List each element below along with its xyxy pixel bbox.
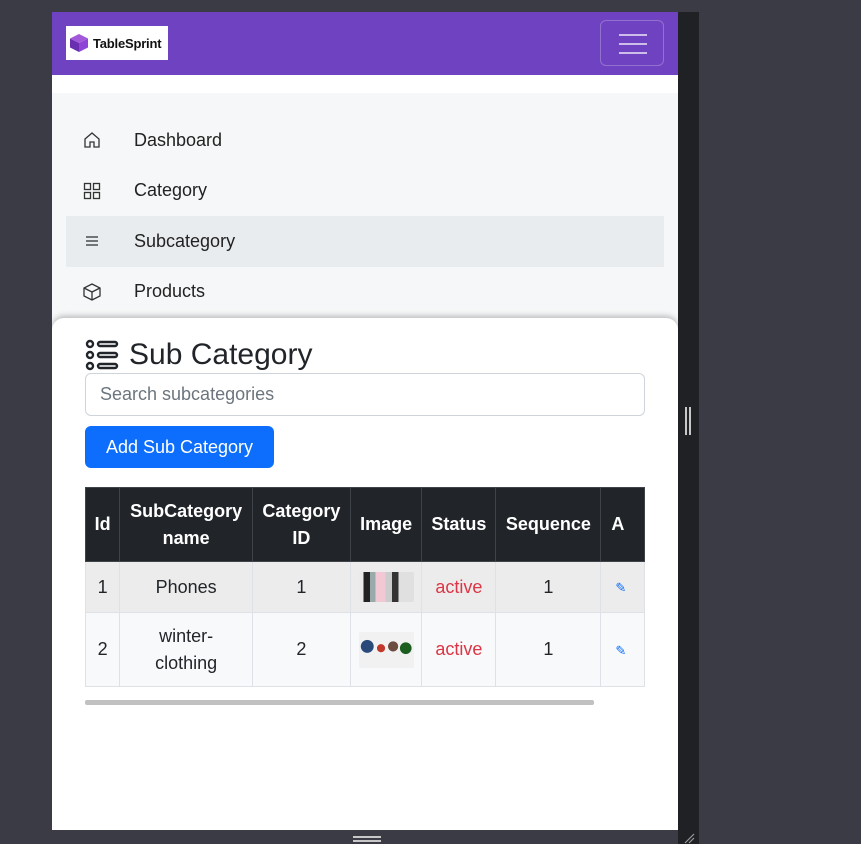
cell-category-id: 1 [251,561,351,613]
menu-toggle-button[interactable] [600,20,664,66]
navbar-spacer [52,75,678,93]
cell-name: Phones [119,561,253,613]
cube-logo-icon [70,34,88,52]
phones-thumbnail [358,572,414,602]
list-icon [82,231,102,251]
navbar: TableSprint [52,12,678,75]
vertical-resize-handle[interactable] [685,407,693,435]
cell-image [349,612,423,687]
table-row: 2 winter-clothing 2 active 1 ✎ [85,612,645,687]
column-header-status[interactable]: Status [421,487,497,562]
table-row: 1 Phones 1 active 1 ✎ [85,561,645,613]
subcategory-table: Id SubCategory name Category ID Image St… [85,487,645,687]
app-frame: TableSprint Dashboard Category Subcatego… [52,12,678,830]
horizontal-scrollbar[interactable] [85,700,594,705]
hamburger-icon [619,34,647,36]
grid-icon [82,181,102,201]
sidebar-item-label: Products [134,281,206,302]
table-header-row: Id SubCategory name Category ID Image St… [85,487,645,562]
status-badge: active [421,612,497,687]
search-input[interactable] [85,373,645,416]
sidebar-item-label: Category [134,180,208,201]
page-title: Sub Category [129,338,313,371]
brand-logo[interactable]: TableSprint [66,26,168,60]
cell-actions: ✎ [600,561,645,613]
column-header-name[interactable]: SubCategory name [119,487,253,562]
cell-actions: ✎ [600,612,645,687]
cell-id: 2 [85,612,121,687]
cell-image [349,561,423,613]
bottom-resize-handle[interactable] [353,836,381,844]
sidebar-item-category[interactable]: Category [66,166,664,217]
cell-name: winter-clothing [119,612,253,687]
column-header-category-id[interactable]: Category ID [251,487,351,562]
column-header-sequence[interactable]: Sequence [495,487,602,562]
sidebar-item-label: Subcategory [134,230,236,251]
corner-resize-icon[interactable] [683,832,695,844]
column-header-action[interactable]: A [600,487,645,562]
sidebar-item-label: Dashboard [134,129,223,150]
edit-icon[interactable]: ✎ [615,643,626,658]
status-badge: active [421,561,497,613]
add-subcategory-button[interactable]: Add Sub Category [85,426,274,468]
column-header-id[interactable]: Id [85,487,121,562]
list-bullets-icon [85,339,119,371]
brand-name: TableSprint [93,35,162,51]
sidebar-item-products[interactable]: Products [66,267,664,318]
cell-id: 1 [85,561,121,613]
cell-sequence: 1 [495,561,602,613]
sidebar-item-subcategory[interactable]: Subcategory [66,216,664,267]
box-icon [82,282,102,302]
sidebar: Dashboard Category Subcategory Products [52,93,678,317]
sidebar-item-dashboard[interactable]: Dashboard [66,115,664,166]
column-header-image[interactable]: Image [349,487,423,562]
edit-icon[interactable]: ✎ [615,580,626,595]
subcategory-panel: Sub Category Add Sub Category Id SubCate… [52,318,678,830]
subcategory-table-container[interactable]: Id SubCategory name Category ID Image St… [85,487,645,707]
page-header: Sub Category [85,338,312,372]
home-icon [82,130,102,150]
cell-sequence: 1 [495,612,602,687]
clothing-thumbnail [358,631,414,668]
cell-category-id: 2 [251,612,351,687]
